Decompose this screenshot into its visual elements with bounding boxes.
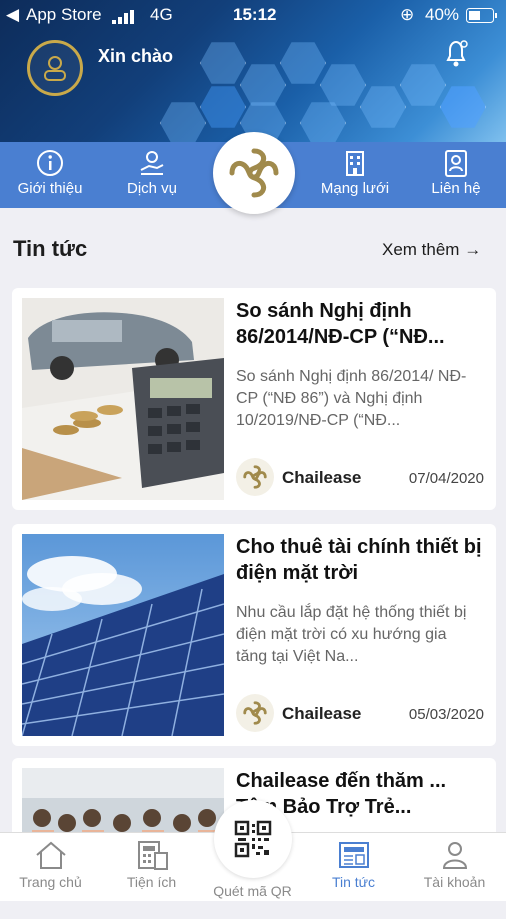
author-logo-icon: [236, 458, 274, 496]
menu-item-label: Mạng lưới: [320, 180, 390, 197]
avatar[interactable]: [27, 40, 83, 96]
tab-news[interactable]: Tin tức: [303, 833, 404, 901]
news-title: So sánh Nghị định 86/2014/NĐ-CP (“NĐ...: [236, 300, 445, 348]
building-icon: [346, 151, 364, 176]
news-thumbnail: [22, 298, 224, 500]
news-card[interactable]: So sánh Nghị định 86/2014/NĐ-CP (“NĐ... …: [12, 288, 496, 510]
battery-icon: [466, 8, 498, 29]
news-section-title: Tin tức: [13, 236, 88, 261]
tab-home[interactable]: Trang chủ: [0, 833, 101, 901]
menu-item-label: Dịch vụ: [126, 180, 178, 197]
menu-item-label: Giới thiệu: [17, 180, 83, 197]
carrier-text: App Store: [26, 5, 102, 24]
service-icon: [140, 151, 164, 175]
greeting-text: Xin chào: [98, 46, 174, 66]
back-arrow-icon: ◀: [6, 5, 20, 24]
status-bar: ◀ App Store 4G 15:12 ⊕ 40%: [0, 0, 506, 30]
newspaper-icon: [338, 842, 369, 868]
contact-card-icon: [445, 150, 467, 177]
calculator-icon: [137, 841, 168, 870]
info-icon: [37, 150, 63, 176]
author-logo-icon: [236, 694, 274, 732]
news-date: 07/04/2020: [408, 470, 484, 487]
signal-icon: [112, 9, 136, 29]
menu-item-contact[interactable]: Liên hệ: [416, 142, 496, 208]
user-icon: [44, 56, 66, 81]
qr-code-icon: [234, 820, 272, 858]
battery-text: 40%: [425, 5, 460, 24]
tab-utilities[interactable]: Tiện ích: [101, 833, 202, 901]
network-text: 4G: [150, 5, 173, 24]
news-author: Chailease: [282, 468, 362, 487]
news-title: Cho thuê tài chính thiết bị điện mặt trờ…: [236, 536, 482, 584]
time-text: 15:12: [233, 5, 277, 24]
news-summary: So sánh Nghị định 86/2014/ NĐ-CP (“NĐ 86…: [236, 368, 467, 429]
tab-account[interactable]: Tài khoản: [404, 833, 505, 901]
menu-item-label: Liên hệ: [431, 180, 481, 197]
tab-label: Tiện ích: [126, 874, 177, 890]
home-icon: [35, 841, 66, 869]
menu-item-services[interactable]: Dịch vụ: [112, 142, 192, 208]
news-summary: Nhu cầu lắp đặt hệ thống thiết bị điện m…: [236, 604, 467, 665]
orientation-lock-icon: ⊕: [400, 5, 415, 24]
chailease-logo-button[interactable]: [213, 132, 295, 214]
news-author: Chailease: [282, 704, 362, 723]
tab-label: Quét mã QR: [213, 883, 292, 899]
tab-label: Tài khoản: [423, 874, 486, 890]
qr-scan-button[interactable]: [214, 800, 292, 878]
notification-bell-icon[interactable]: [442, 38, 470, 73]
chailease-logo-icon: [229, 148, 279, 198]
news-date: 05/03/2020: [408, 706, 484, 723]
user-icon: [442, 842, 467, 869]
menu-item-about[interactable]: Giới thiệu: [8, 142, 92, 208]
tab-label: Tin tức: [331, 874, 376, 890]
news-card[interactable]: Cho thuê tài chính thiết bị điện mặt trờ…: [12, 524, 496, 746]
see-more-link[interactable]: Xem thêm →: [382, 240, 481, 260]
news-thumbnail: [22, 534, 224, 736]
tab-label: Trang chủ: [19, 874, 82, 890]
menu-item-network[interactable]: Mạng lưới: [312, 142, 398, 208]
